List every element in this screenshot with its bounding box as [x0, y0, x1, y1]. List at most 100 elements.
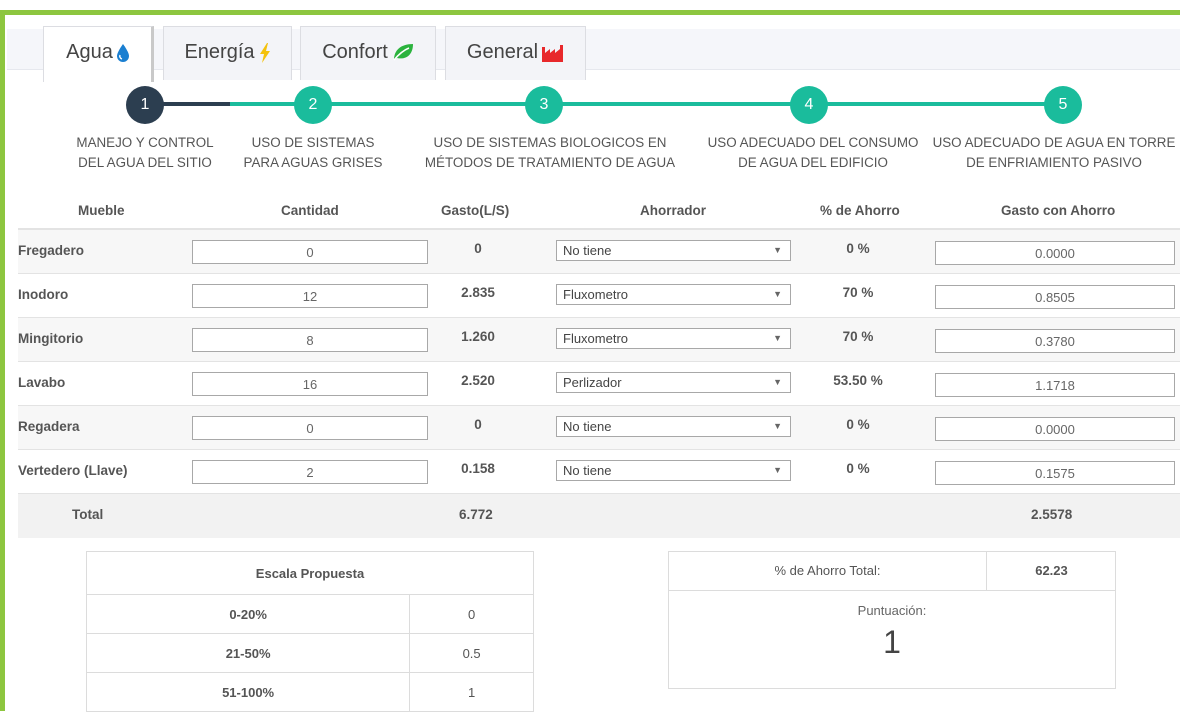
total-label: Total	[72, 507, 104, 522]
puntuacion-label: Puntuación:	[857, 603, 927, 618]
row-name: Fregadero	[18, 243, 85, 258]
tab-confort[interactable]: Confort	[300, 26, 436, 80]
gasto-value: 2.520	[461, 373, 495, 388]
total-gasto: 6.772	[459, 507, 493, 522]
tab-energia[interactable]: Energía	[163, 26, 292, 80]
table-row: Lavabo 16 2.520 Perlizador ▼ 53.50 % 1.17…	[18, 362, 1180, 406]
row-name: Lavabo	[18, 375, 66, 390]
gasto-value: 0.158	[461, 461, 495, 476]
quantity-input[interactable]: 0	[192, 240, 428, 264]
gasto-value: 0	[474, 241, 482, 256]
col-gasto: Gasto(L/S)	[441, 203, 510, 218]
escala-range: 51-100%	[85, 672, 411, 712]
table-row: Inodoro 12 2.835 Fluxometro ▼ 70 % 0.8505	[18, 274, 1180, 318]
escala-value: 1	[409, 672, 534, 712]
col-cantidad: Cantidad	[281, 203, 339, 218]
gasto-value: 1.260	[461, 329, 495, 344]
gasto-ahorro-field[interactable]: 0.0000	[935, 241, 1175, 265]
quantity-input[interactable]: 12	[192, 284, 428, 308]
ahorrador-select[interactable]: No tiene ▼	[556, 240, 791, 261]
row-name: Inodoro	[18, 287, 69, 302]
pct-value: 0 %	[846, 461, 870, 476]
leaf-icon	[393, 44, 413, 61]
chevron-down-icon: ▼	[773, 245, 782, 255]
step-3[interactable]: 3	[525, 86, 563, 124]
chevron-down-icon: ▼	[773, 377, 782, 387]
ahorrador-select[interactable]: Fluxometro ▼	[556, 328, 791, 349]
total-row: Total 6.772 2.5578	[18, 494, 1180, 538]
col-pct-ahorro: % de Ahorro	[820, 203, 900, 218]
escala-range: 21-50%	[85, 633, 411, 673]
quantity-input[interactable]: 0	[192, 416, 428, 440]
ahorrador-select[interactable]: Perlizador ▼	[556, 372, 791, 393]
gasto-value: 2.835	[461, 285, 495, 300]
step-1-label: MANEJO Y CONTROL DEL AGUA DEL SITIO	[76, 135, 214, 170]
pct-value: 53.50 %	[833, 373, 883, 388]
ahorrador-select[interactable]: No tiene ▼	[556, 416, 791, 437]
pct-value: 70 %	[842, 329, 874, 344]
pct-value: 70 %	[842, 285, 874, 300]
step-4[interactable]: 4	[790, 86, 828, 124]
pct-value: 0 %	[846, 241, 870, 256]
row-name: Mingitorio	[18, 331, 84, 346]
ahorro-total-value: 62.23	[986, 552, 1116, 590]
escala-range: 0-20%	[85, 594, 411, 634]
step-connector	[230, 102, 1063, 106]
tab-label: Agua	[66, 41, 113, 63]
step-5-label: USO ADECUADO DE AGUA EN TORRE DE ENFRIAMI…	[932, 135, 1176, 170]
step-1[interactable]: 1	[126, 86, 164, 124]
gasto-ahorro-field[interactable]: 0.1575	[935, 461, 1175, 485]
escala-title: Escala Propuesta	[86, 551, 534, 595]
quantity-input[interactable]: 16	[192, 372, 428, 396]
tab-label: General	[466, 41, 539, 63]
ahorrador-select[interactable]: Fluxometro ▼	[556, 284, 791, 305]
col-ahorrador: Ahorrador	[640, 203, 707, 218]
tab-label: Energía	[184, 41, 255, 63]
table-row: Regadera 0 0 No tiene ▼ 0 % 0.0000	[18, 406, 1180, 450]
pct-value: 0 %	[846, 417, 870, 432]
tab-label: Confort	[322, 41, 388, 63]
row-name: Vertedero (Llave)	[18, 463, 128, 478]
table-row: 0-20% 0	[85, 594, 534, 634]
row-name: Regadera	[18, 419, 80, 434]
table-row: 21-50% 0.5	[85, 633, 534, 673]
chevron-down-icon: ▼	[773, 421, 782, 431]
ahorro-summary: % de Ahorro Total: 62.23 Puntuación: 1	[668, 551, 1116, 689]
gasto-ahorro-field[interactable]: 0.3780	[935, 329, 1175, 353]
tab-agua[interactable]: Agua	[43, 26, 154, 82]
table-row: Mingitorio 8 1.260 Fluxometro ▼ 70 % 0.37…	[18, 318, 1180, 362]
ahorrador-select[interactable]: No tiene ▼	[556, 460, 791, 481]
tab-general[interactable]: General	[445, 26, 586, 80]
gasto-value: 0	[474, 417, 482, 432]
table-row: Fregadero 0 0 No tiene ▼ 0 % 0.0000	[18, 230, 1180, 274]
col-mueble: Mueble	[78, 203, 125, 218]
quantity-input[interactable]: 2	[192, 460, 428, 484]
col-gasto-ahorro: Gasto con Ahorro	[1001, 203, 1116, 218]
escala-table: Escala Propuesta 0-20% 0 21-50% 0.5 51-1…	[85, 551, 534, 712]
quantity-input[interactable]: 8	[192, 328, 428, 352]
gasto-ahorro-field[interactable]: 0.0000	[935, 417, 1175, 441]
gasto-ahorro-field[interactable]: 0.8505	[935, 285, 1175, 309]
step-2[interactable]: 2	[294, 86, 332, 124]
factory-icon	[542, 45, 564, 62]
table-row: 51-100% 1	[85, 672, 534, 712]
total-gasto-ahorro: 2.5578	[1031, 507, 1073, 522]
escala-value: 0	[409, 594, 534, 634]
progress-stepper: 1 2 3 4 5 MANEJO Y CONTROL DEL AGUA DEL S…	[0, 80, 1180, 180]
step-5[interactable]: 5	[1044, 86, 1082, 124]
chevron-down-icon: ▼	[773, 333, 782, 343]
fixtures-table: Mueble Cantidad Gasto(L/S) Ahorrador % d…	[18, 192, 1180, 538]
table-header: Mueble Cantidad Gasto(L/S) Ahorrador % d…	[18, 192, 1180, 230]
chevron-down-icon: ▼	[773, 465, 782, 475]
step-4-label: USO ADECUADO DEL CONSUMO DE AGUA DEL EDIF…	[707, 135, 919, 170]
step-3-label: USO DE SISTEMAS BIOLOGICOS EN MÉTODOS DE …	[424, 135, 676, 170]
step-2-label: USO DE SISTEMAS PARA AGUAS GRISES	[243, 135, 383, 170]
escala-value: 0.5	[409, 633, 534, 673]
ahorro-total-label: % de Ahorro Total:	[774, 563, 881, 578]
table-row: Vertedero (Llave) 2 0.158 No tiene ▼ 0 % …	[18, 450, 1180, 494]
lightning-icon	[259, 43, 270, 63]
water-drop-icon	[116, 44, 129, 62]
puntuacion-value: 1	[883, 624, 901, 660]
chevron-down-icon: ▼	[773, 289, 782, 299]
gasto-ahorro-field[interactable]: 1.1718	[935, 373, 1175, 397]
